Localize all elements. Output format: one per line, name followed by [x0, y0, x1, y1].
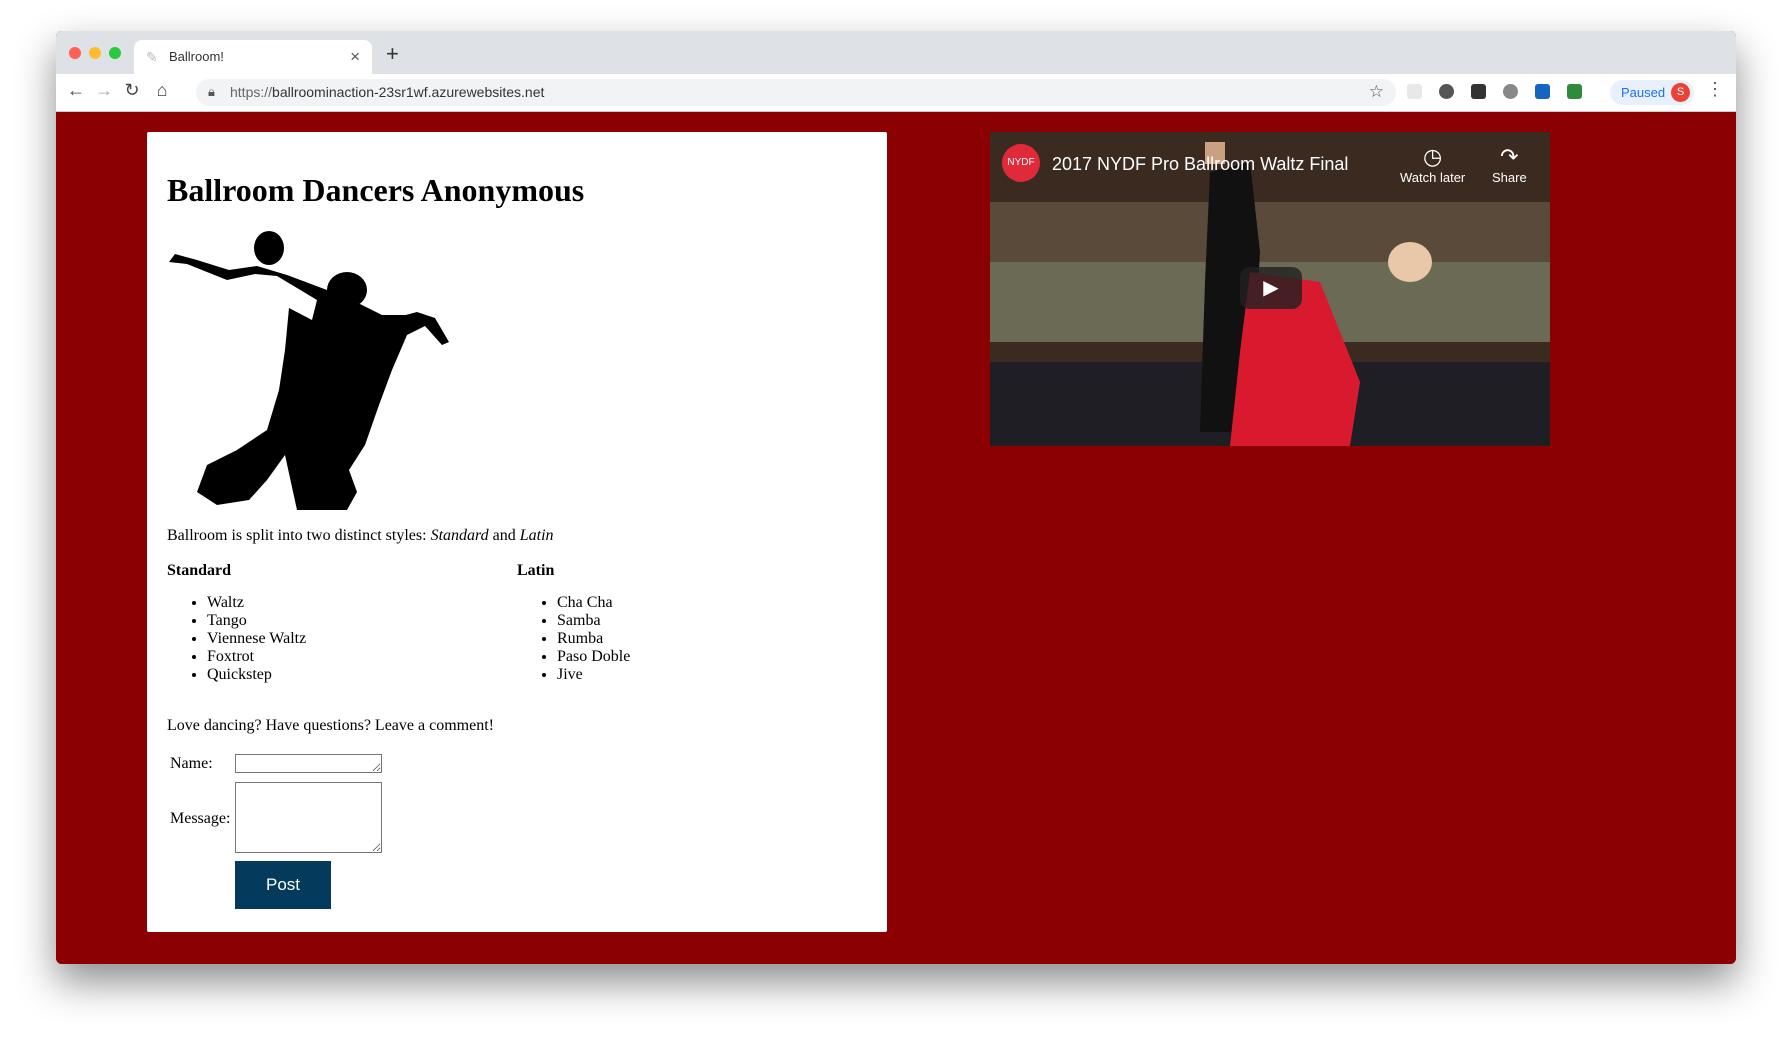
latin-heading: Latin: [517, 562, 555, 579]
extension-icon[interactable]: [1407, 84, 1422, 99]
lock-icon: 🔒︎: [208, 84, 215, 99]
close-tab-icon[interactable]: ×: [350, 47, 360, 67]
name-field[interactable]: [235, 754, 382, 773]
list-item: Cha Cha: [557, 594, 630, 612]
profile-paused-button[interactable]: Paused S: [1610, 80, 1694, 105]
watch-later-button[interactable]: ◷ Watch later: [1400, 144, 1465, 185]
play-icon[interactable]: ▶: [1240, 267, 1302, 309]
message-label: Message:: [170, 810, 231, 827]
list-item: Quickstep: [207, 666, 306, 684]
back-icon[interactable]: ←: [64, 80, 88, 101]
list-item: Tango: [207, 612, 306, 630]
list-item: Paso Doble: [557, 648, 630, 666]
standard-section: Standard Waltz Tango Viennese Waltz Foxt…: [167, 562, 306, 684]
info-icon[interactable]: [1503, 84, 1518, 99]
extension-icon[interactable]: [1471, 84, 1486, 99]
intro-paragraph: Ballroom is split into two distinct styl…: [167, 527, 554, 544]
maximize-window-button[interactable]: [109, 47, 121, 59]
list-item: Rumba: [557, 630, 630, 648]
ballroom-dancers-silhouette: [169, 231, 449, 510]
extension-icon[interactable]: [1439, 84, 1454, 99]
bookmark-star-icon[interactable]: ☆: [1369, 82, 1384, 102]
list-item: Foxtrot: [207, 648, 306, 666]
share-icon: ↷: [1500, 144, 1519, 169]
post-button[interactable]: Post: [235, 861, 331, 909]
minimize-window-button[interactable]: [89, 47, 101, 59]
extension-icon[interactable]: [1535, 84, 1550, 99]
channel-logo[interactable]: NYDF: [1002, 144, 1040, 182]
list-item: Jive: [557, 666, 630, 684]
tab-title: Ballroom!: [169, 49, 224, 64]
favicon-icon: ✎: [146, 49, 158, 65]
clock-icon: ◷: [1423, 144, 1443, 169]
title-bar: ✎ Ballroom! × +: [56, 31, 1736, 74]
url-text: https://ballroominaction-23sr1wf.azurewe…: [230, 84, 545, 100]
home-icon[interactable]: ⌂: [150, 80, 174, 101]
share-label: Share: [1492, 170, 1527, 185]
page-title: Ballroom Dancers Anonymous: [167, 172, 585, 208]
latin-section: Latin Cha Cha Samba Rumba Paso Doble Jiv…: [517, 562, 630, 684]
reload-icon[interactable]: ↻: [120, 80, 144, 101]
watch-later-label: Watch later: [1400, 170, 1466, 185]
close-window-button[interactable]: [69, 47, 81, 59]
comment-prompt: Love dancing? Have questions? Leave a co…: [167, 717, 494, 734]
menu-icon[interactable]: ⋮: [1706, 79, 1724, 100]
message-field[interactable]: [235, 782, 382, 853]
share-button[interactable]: ↷ Share: [1492, 144, 1527, 185]
browser-tab[interactable]: ✎ Ballroom! ×: [134, 40, 372, 74]
new-tab-icon[interactable]: +: [386, 41, 399, 67]
extension-icon[interactable]: [1567, 84, 1582, 99]
forward-icon[interactable]: →: [92, 80, 116, 101]
video-title[interactable]: 2017 NYDF Pro Ballroom Waltz Final: [1052, 154, 1348, 175]
address-bar[interactable]: 🔒︎ https://ballroominaction-23sr1wf.azur…: [196, 79, 1396, 106]
standard-list: Waltz Tango Viennese Waltz Foxtrot Quick…: [167, 594, 306, 684]
main-card: Ballroom Dancers Anonymous Ballroom is s…: [147, 132, 887, 932]
list-item: Waltz: [207, 594, 306, 612]
list-item: Viennese Waltz: [207, 630, 306, 648]
video-embed[interactable]: NYDF 2017 NYDF Pro Ballroom Waltz Final …: [990, 132, 1550, 446]
avatar: S: [1671, 83, 1690, 102]
browser-toolbar: ← → ↻ ⌂ 🔒︎ https://ballroominaction-23sr…: [56, 74, 1736, 112]
latin-list: Cha Cha Samba Rumba Paso Doble Jive: [517, 594, 630, 684]
name-label: Name:: [170, 755, 213, 772]
standard-heading: Standard: [167, 562, 232, 579]
paused-label: Paused: [1621, 85, 1666, 100]
browser-window: ✎ Ballroom! × + ← → ↻ ⌂ 🔒︎ https://ballr…: [56, 31, 1736, 964]
page-content: Ballroom Dancers Anonymous Ballroom is s…: [56, 112, 1736, 964]
list-item: Samba: [557, 612, 630, 630]
